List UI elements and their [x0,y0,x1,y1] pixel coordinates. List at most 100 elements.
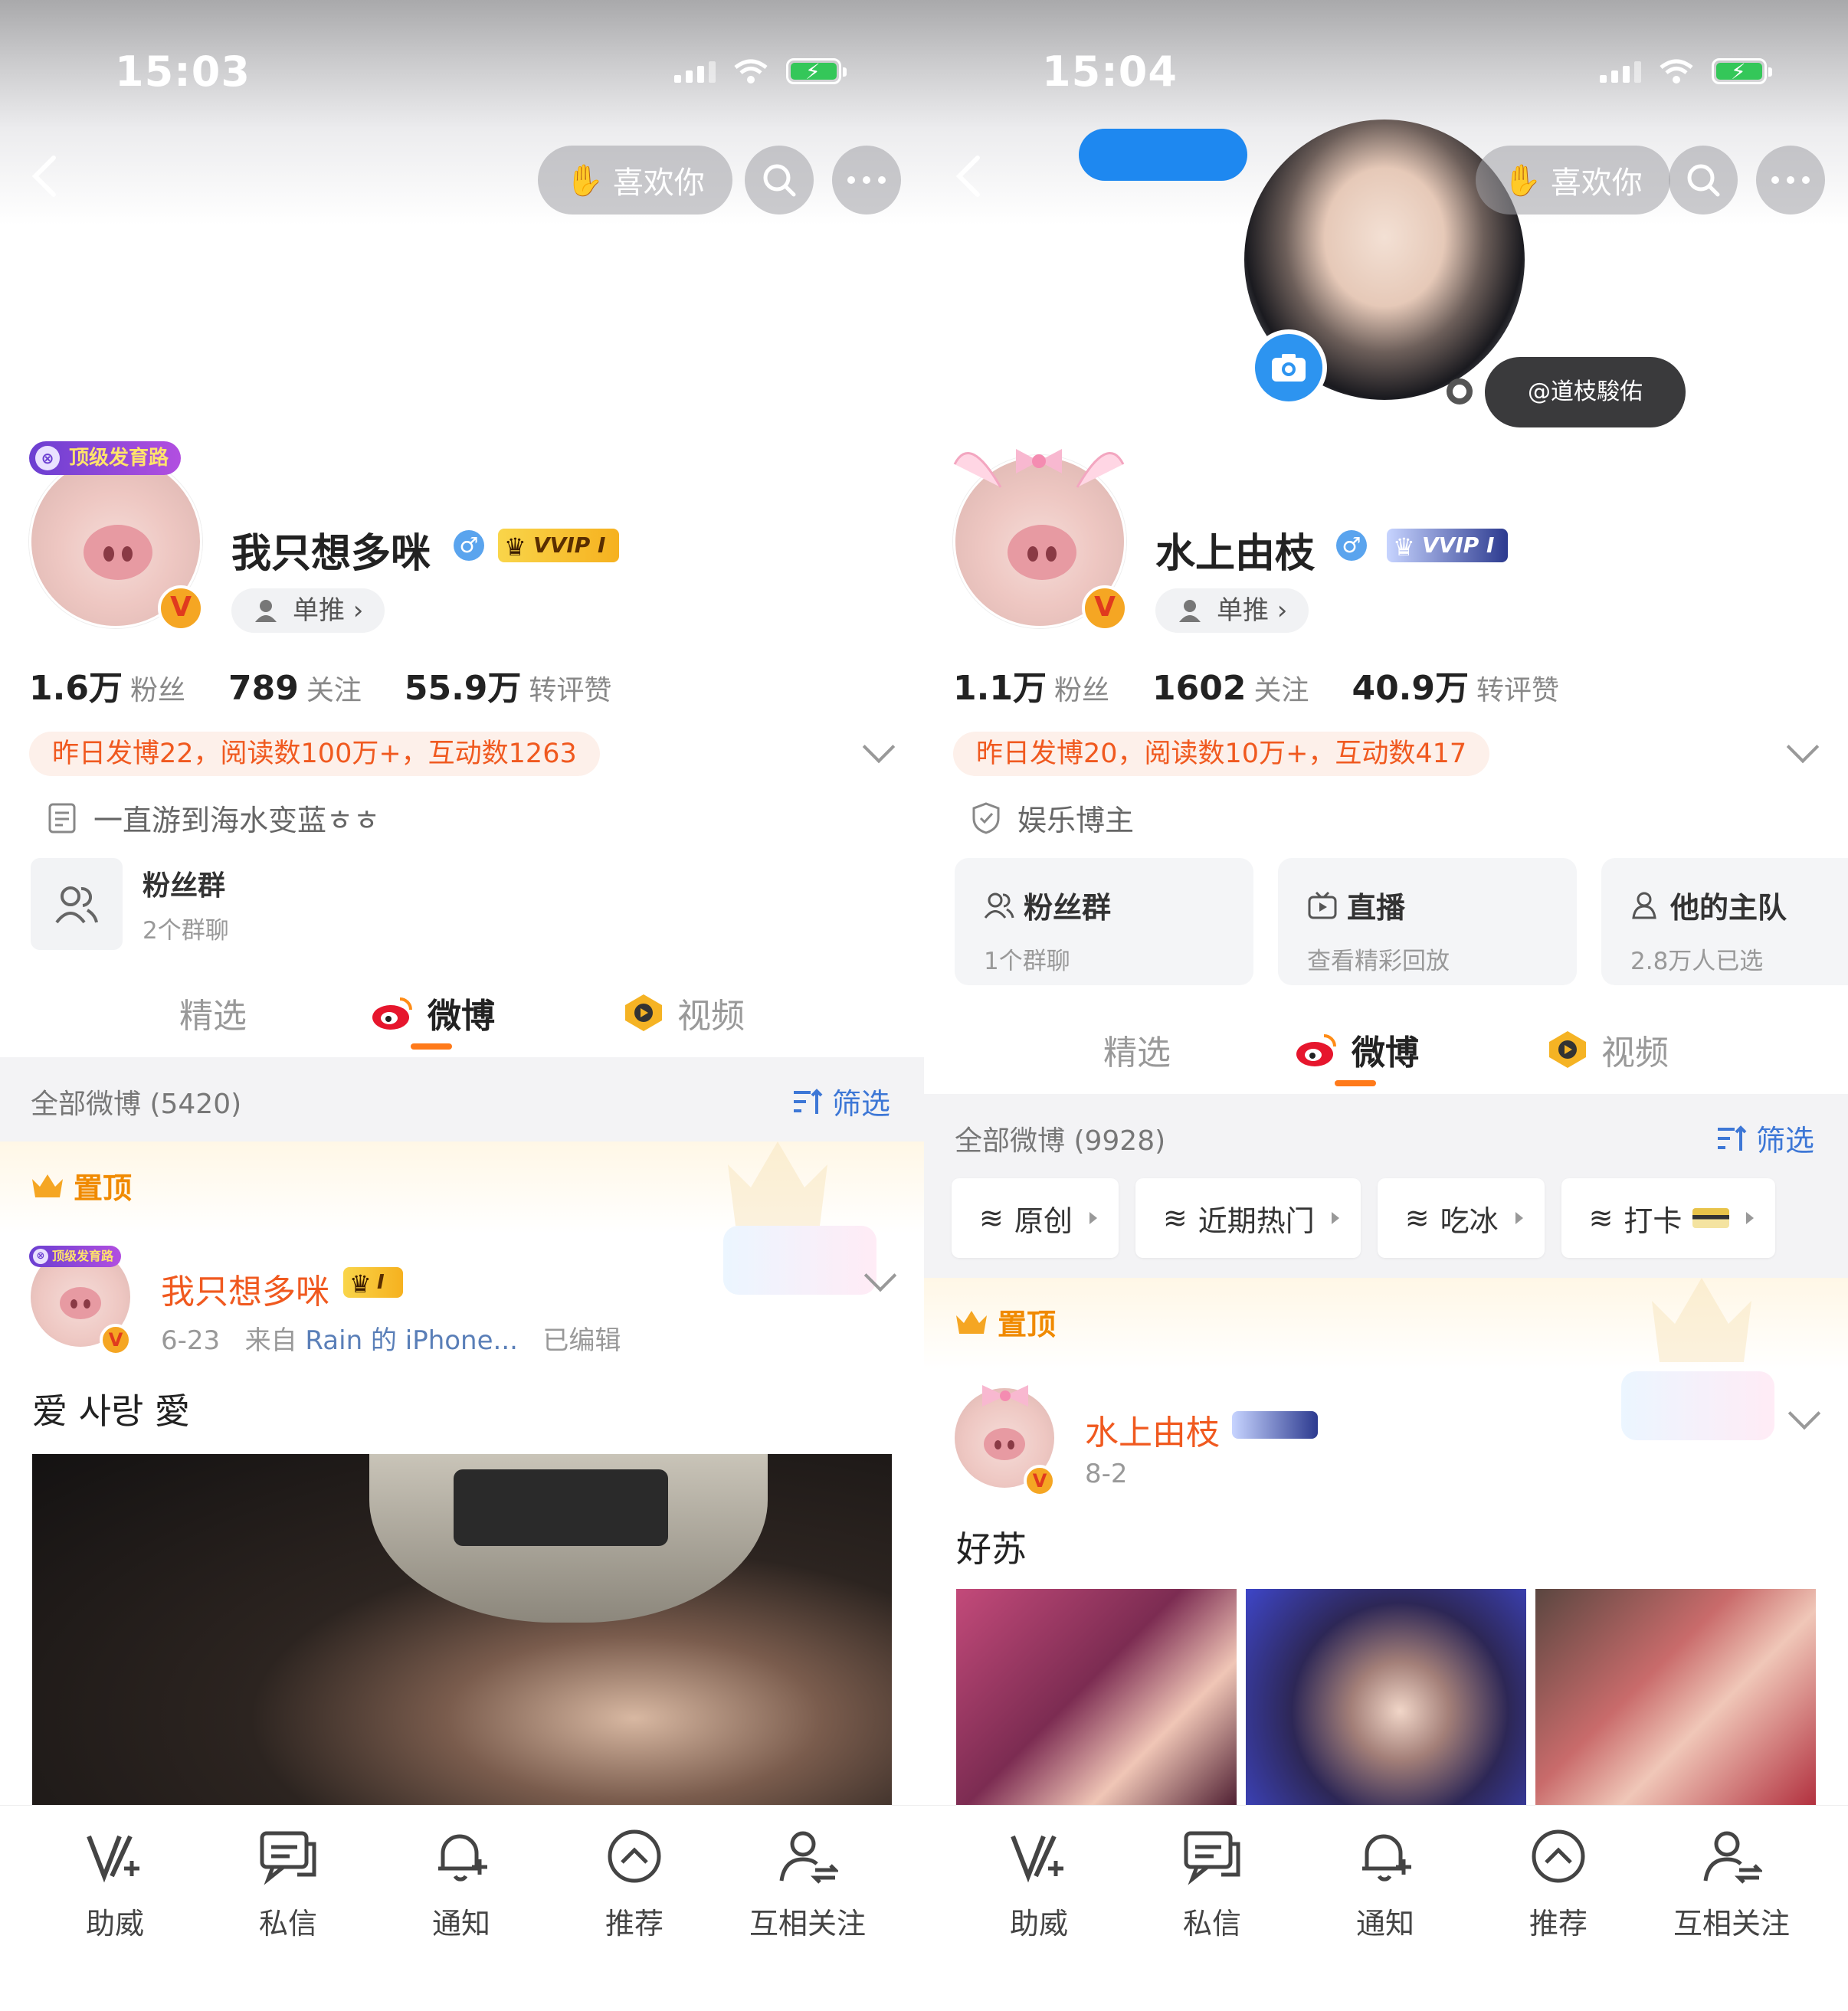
status-time: 15:04 [1042,47,1178,96]
tab-weibo[interactable]: 微博 [371,988,495,1037]
filter-button[interactable]: 筛选 [792,1080,890,1122]
tab-video[interactable]: 视频 [622,988,745,1037]
tab-weibo[interactable]: 微博 [1295,1025,1419,1074]
post-date: 6-23 [161,1325,221,1356]
camera-button[interactable] [1250,329,1327,406]
chip-label: 近期热门 [1198,1204,1315,1238]
rank-tag[interactable]: ⊗ 顶级发育路 [29,441,182,475]
sticker-decoration [1621,1371,1774,1440]
pinned-text: 置顶 [74,1171,133,1205]
rank-icon: ⊗ [35,446,60,470]
like-you-button[interactable]: ✋ 喜欢你 [538,146,732,215]
fans-group-card[interactable]: 粉丝群 2个群聊 [31,858,229,950]
post-chevron-down-icon[interactable] [1787,1397,1821,1430]
post-image[interactable] [32,1454,892,1806]
crown-icon [32,1174,63,1197]
person-team-icon [1632,892,1656,919]
bottom-label: 推荐 [1529,1907,1588,1941]
main-team-card[interactable]: 他的主队 2.8万人已选 [1601,858,1848,985]
filter-label: 筛选 [831,1087,890,1121]
post-vip-badge [1232,1411,1318,1439]
stat-interactions[interactable]: 55.9万 转评赞 [405,660,612,709]
message-button[interactable]: 私信 [211,1826,365,1942]
vvip-label: VVIP I [533,532,606,558]
recommend-button[interactable]: 推荐 [1482,1826,1635,1942]
search-button[interactable] [745,146,814,215]
pinned-text: 置顶 [998,1308,1057,1341]
chip-recent-hot[interactable]: ≋ 近期热门 [1135,1178,1361,1258]
stat-number: 55.9万 [404,669,522,708]
like-you-button[interactable]: ✋ 喜欢你 [1476,146,1670,215]
layers-icon: ≋ [1404,1201,1430,1235]
battery-icon: ⚡ [786,58,847,84]
search-button[interactable] [1669,146,1738,215]
back-arrow-icon[interactable] [953,153,984,199]
chip-original[interactable]: ≋ 原创 [952,1178,1119,1258]
post-image-2[interactable] [1246,1589,1526,1811]
stat-number: 1.1万 [953,669,1047,708]
chevron-down-icon[interactable] [1786,730,1820,764]
post-image-1[interactable] [956,1589,1237,1811]
fans-group-card[interactable]: 粉丝群 1个群聊 [955,858,1253,985]
stat-label: 关注 [306,675,362,706]
vip-level: I [377,1271,385,1294]
cheer-v-icon [87,1835,139,1883]
like-you-label: 喜欢你 [1550,165,1643,201]
bottom-action-bar: 助威 私信 通知 推荐 互相关注 [0,1805,924,2011]
back-arrow-icon[interactable] [29,153,60,199]
tv-play-icon [1308,891,1337,919]
live-card[interactable]: 直播 查看精彩回放 [1278,858,1577,985]
more-button[interactable] [832,146,901,215]
filter-button[interactable]: 筛选 [1716,1117,1814,1159]
cheer-button[interactable]: 助威 [962,1826,1116,1942]
stat-following[interactable]: 789 关注 [228,668,362,708]
danzhui-button[interactable]: 单推 › [231,588,385,633]
tab-featured[interactable]: 精选 [1103,1025,1171,1074]
tag-dot [1447,378,1473,404]
stat-fans[interactable]: 1.6万 粉丝 [29,660,185,709]
stat-following[interactable]: 1602 关注 [1152,668,1309,708]
vvip-badge[interactable]: ♛ VVIP I [498,529,620,562]
hand-heart-icon: ✋ [565,162,604,198]
post-author-name[interactable]: 水上由枝 [1085,1405,1220,1454]
cheer-button[interactable]: 助威 [38,1826,192,1942]
search-icon [763,164,796,197]
filter-bar: 全部微博 (5420) 筛选 [0,1057,924,1141]
stat-label: 转评赞 [1476,675,1560,706]
post-date: 8-2 [1085,1459,1128,1489]
activity-summary[interactable]: 昨日发博20，阅读数10万+，互动数417 [953,732,1490,776]
mutual-follow-button[interactable]: 互相关注 [731,1826,884,1942]
fans-group-icon [31,858,123,950]
vvip-badge[interactable]: ♛ VVIP I [1387,529,1509,562]
notify-button[interactable]: 通知 [1309,1826,1462,1942]
post-author-name[interactable]: 我只想多咪 [161,1264,329,1313]
post-filter-chips: ≋ 原创 ≋ 近期热门 ≋ 吃冰 ≋ 打卡 [952,1178,1776,1258]
post-verified-badge: V [100,1324,132,1356]
danzhui-label: 单推 [1217,595,1269,626]
chip-eat-ice[interactable]: ≋ 吃冰 [1377,1178,1545,1258]
speech-bubble[interactable] [1079,129,1247,181]
mention-tag[interactable]: @道枝駿佑 [1485,357,1686,427]
tab-featured[interactable]: 精选 [179,988,247,1037]
stat-fans[interactable]: 1.1万 粉丝 [953,660,1109,709]
more-button[interactable] [1756,146,1825,215]
bottom-label: 通知 [431,1907,490,1941]
wifi-icon [734,59,768,84]
mutual-follow-button[interactable]: 互相关注 [1655,1826,1808,1942]
chip-checkin[interactable]: ≋ 打卡 [1561,1178,1776,1258]
post-source[interactable]: Rain 的 iPhone... [305,1325,518,1356]
danzhui-button[interactable]: 单推 › [1155,588,1309,633]
tab-label: 微博 [1352,1033,1419,1073]
recommend-button[interactable]: 推荐 [558,1826,711,1942]
activity-summary[interactable]: 昨日发博22，阅读数100万+，互动数1263 [29,732,600,776]
tab-label: 微博 [428,997,495,1036]
notify-button[interactable]: 通知 [385,1826,538,1942]
up-chevron-circle-icon [1532,1829,1585,1883]
tab-video[interactable]: 视频 [1546,1025,1669,1074]
post-image-3[interactable] [1535,1589,1816,1811]
stat-interactions[interactable]: 40.9万 转评赞 [1352,660,1559,709]
chevron-down-icon[interactable] [862,730,896,764]
profile-name: 水上由枝 [1155,531,1316,577]
weibo-logo-icon [372,997,412,1030]
message-button[interactable]: 私信 [1135,1826,1289,1942]
